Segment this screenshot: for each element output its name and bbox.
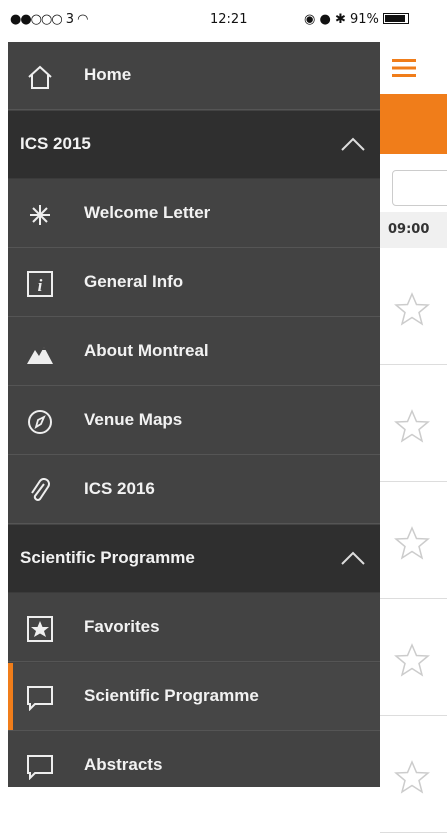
drawer-item-label: Home [84, 65, 132, 84]
drawer-item-label: ICS 2015 [20, 134, 91, 153]
drawer-item-label: Scientific Programme [84, 686, 259, 705]
drawer-item[interactable]: About Montreal [8, 318, 380, 386]
signal-indicator: ●●○○○ 3 ◠ [10, 12, 89, 27]
home-icon [26, 64, 54, 90]
clock: 12:21 [210, 12, 248, 27]
time-label: 09:00 [388, 222, 430, 237]
speech-bubble-icon [26, 685, 54, 712]
star-box-icon [26, 616, 54, 642]
drawer-item-label: Welcome Letter [84, 203, 211, 222]
drawer-item[interactable]: i General Info [8, 249, 380, 317]
status-bar: ●●○○○ 3 ◠ 12:21 ◉ ● ✱ 91% [0, 0, 447, 42]
top-bar [380, 42, 447, 95]
time-header: 09:00 [380, 212, 447, 248]
main-content: 09:00 [380, 42, 447, 833]
battery-icon [382, 13, 409, 24]
drawer-item-label: About Montreal [84, 341, 209, 360]
session-row[interactable] [380, 365, 447, 482]
active-indicator [8, 663, 13, 730]
info-icon: i [26, 271, 54, 297]
drawer-item[interactable]: Welcome Letter [8, 180, 380, 248]
battery-percent: 91% [349, 12, 379, 27]
compass-icon [26, 409, 54, 435]
drawer-item-label: General Info [84, 272, 184, 291]
drawer-item[interactable]: Favorites [8, 594, 380, 662]
paperclip-icon [26, 478, 54, 504]
drawer-item-label: Favorites [84, 617, 160, 636]
chevron-up-icon[interactable] [340, 136, 366, 152]
star-outline-icon[interactable] [394, 409, 430, 443]
drawer-section-header[interactable]: Scientific Programme [8, 525, 380, 593]
wifi-icon: ◠ [77, 12, 88, 27]
svg-text:i: i [38, 276, 43, 295]
star-outline-icon[interactable] [394, 526, 430, 560]
chevron-up-icon[interactable] [340, 550, 366, 566]
session-row[interactable] [380, 599, 447, 716]
drawer-item[interactable]: Venue Maps [8, 387, 380, 455]
drawer-item-label: Venue Maps [84, 410, 183, 429]
header-band [380, 94, 447, 154]
drawer-item[interactable]: Scientific Programme [8, 663, 380, 731]
drawer-item[interactable]: ICS 2016 [8, 456, 380, 524]
navigation-drawer: Home ICS 2015 Welcome Letter i General Info A… [8, 42, 380, 787]
drawer-item[interactable]: Abstracts [8, 732, 380, 787]
menu-icon[interactable] [392, 58, 416, 78]
star-outline-icon[interactable] [394, 643, 430, 677]
drawer-item-label: Abstracts [84, 755, 163, 774]
drawer-section-header[interactable]: ICS 2015 [8, 111, 380, 179]
search-input[interactable] [392, 170, 447, 206]
status-right: ◉ ● ✱ 91% [304, 12, 409, 27]
session-row[interactable] [380, 716, 447, 833]
speech-bubble-icon [26, 754, 54, 781]
asterisk-icon [26, 202, 54, 228]
star-outline-icon[interactable] [394, 292, 430, 326]
session-row[interactable] [380, 482, 447, 599]
session-row[interactable] [380, 248, 447, 365]
drawer-item-label: Scientific Programme [20, 548, 195, 567]
drawer-item[interactable]: Home [8, 42, 380, 110]
star-outline-icon[interactable] [394, 760, 430, 794]
mountains-icon [26, 340, 54, 366]
drawer-item-label: ICS 2016 [84, 479, 155, 498]
